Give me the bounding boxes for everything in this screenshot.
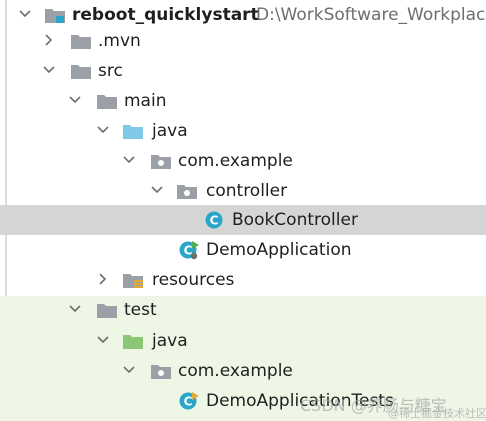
chevron-down-icon[interactable] (122, 153, 136, 167)
module-icon (44, 5, 66, 25)
node-label-controller: controller (206, 181, 288, 201)
package-icon (150, 361, 172, 381)
node-label-demo-application: DemoApplication (206, 240, 352, 260)
package-icon (176, 181, 198, 201)
test-root-folder-icon (122, 331, 144, 351)
tree-row-test-java[interactable]: java (0, 326, 486, 356)
tree-row-test-package[interactable]: com.example (0, 356, 486, 386)
node-label-main: main (124, 91, 167, 111)
package-icon (150, 151, 172, 171)
folder-icon (96, 300, 118, 320)
tree-row-book-controller[interactable]: C BookController (0, 205, 486, 235)
folder-icon (70, 61, 92, 81)
project-tree: reboot_quicklystart D:\WorkSoftware_Work… (0, 0, 486, 421)
runnable-class-icon: C (178, 240, 200, 260)
chevron-down-icon[interactable] (18, 7, 32, 21)
tree-row-resources[interactable]: resources (0, 265, 486, 295)
tree-row-controller[interactable]: controller (0, 176, 486, 206)
folder-icon (96, 91, 118, 111)
chevron-down-icon[interactable] (122, 363, 136, 377)
chevron-down-icon[interactable] (68, 93, 82, 107)
tree-row-main-java[interactable]: java (0, 116, 486, 146)
source-root-folder-icon (122, 121, 144, 141)
class-icon: C (204, 210, 226, 230)
chevron-down-icon[interactable] (68, 302, 82, 316)
node-label-test-package: com.example (178, 361, 293, 381)
node-label-main-java: java (152, 121, 188, 141)
tree-row-test[interactable]: test (0, 295, 486, 325)
chevron-right-icon[interactable] (42, 33, 56, 47)
chevron-down-icon[interactable] (42, 63, 56, 77)
resources-folder-icon (122, 270, 144, 290)
folder-icon (70, 31, 92, 51)
tree-row-mvn[interactable]: .mvn (0, 26, 486, 56)
node-label-test-java: java (152, 331, 188, 351)
chevron-right-icon[interactable] (96, 272, 110, 286)
test-class-icon: C (178, 391, 200, 411)
chevron-down-icon[interactable] (96, 333, 110, 347)
svg-text:C: C (184, 395, 193, 409)
node-label-main-package: com.example (178, 151, 293, 171)
tree-row-demo-application[interactable]: C DemoApplication (0, 235, 486, 265)
node-label-book-controller: BookController (232, 210, 358, 230)
project-path: D:\WorkSoftware_Workplac (256, 5, 486, 25)
tree-row-main-package[interactable]: com.example (0, 146, 486, 176)
tree-row-src[interactable]: src (0, 56, 486, 86)
node-label-resources: resources (152, 270, 235, 290)
chevron-down-icon[interactable] (96, 123, 110, 137)
project-name: reboot_quicklystart (72, 5, 259, 25)
watermark-juejin: @稀土掘金技术社区 (388, 407, 486, 420)
svg-text:C: C (210, 214, 219, 228)
node-label-mvn: .mvn (98, 31, 141, 51)
node-label-test: test (124, 300, 157, 320)
tree-row-main[interactable]: main (0, 86, 486, 116)
node-label-src: src (98, 61, 123, 81)
chevron-down-icon[interactable] (150, 183, 164, 197)
